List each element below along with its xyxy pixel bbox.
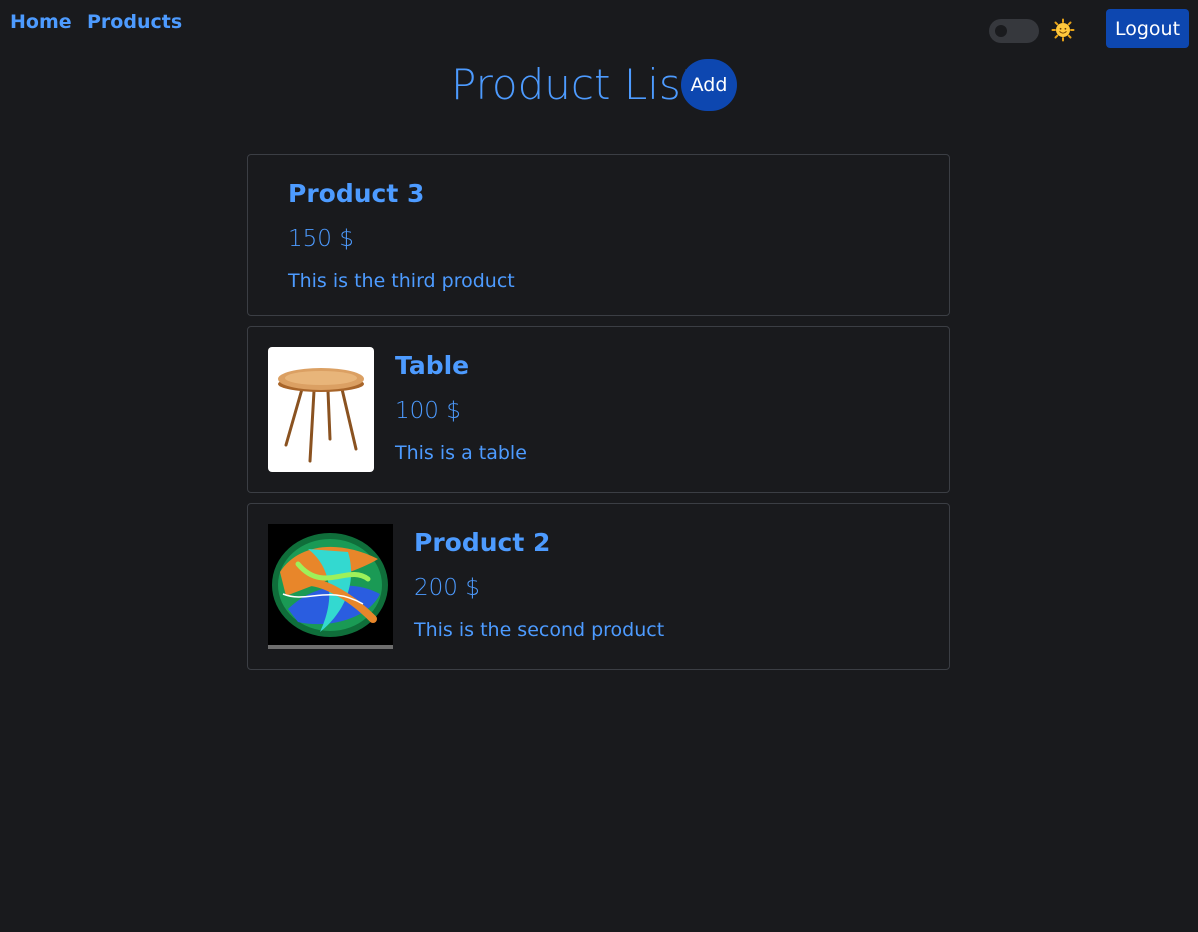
product-name: Product 3 [288, 179, 425, 208]
product-price: 150 $ [288, 226, 354, 252]
abstract-art-illustration [268, 524, 393, 649]
product-name: Table [395, 351, 470, 380]
product-description: This is the third product [288, 270, 515, 292]
add-product-button[interactable]: Add [681, 59, 737, 111]
product-card[interactable]: Table 100 $ This is a table [247, 326, 950, 493]
page-title: Product List [451, 60, 698, 109]
nav-home-link[interactable]: Home [10, 11, 72, 33]
abstract-art-image [268, 524, 393, 649]
product-description: This is the second product [414, 619, 665, 641]
product-description: This is a table [395, 442, 527, 464]
product-card[interactable]: Product 2 200 $ This is the second produ… [247, 503, 950, 670]
product-card[interactable]: Product 3 150 $ This is the third produc… [247, 154, 950, 316]
sun-icon [1051, 18, 1075, 42]
table-image [268, 347, 374, 472]
logout-button[interactable]: Logout [1106, 9, 1189, 48]
theme-toggle[interactable] [989, 19, 1039, 43]
product-name: Product 2 [414, 528, 551, 557]
table-illustration [278, 368, 364, 463]
nav-products-link[interactable]: Products [87, 11, 182, 33]
product-price: 200 $ [414, 575, 480, 601]
product-price: 100 $ [395, 398, 461, 424]
navbar: Home Products Logout [0, 0, 1198, 56]
toggle-knob [995, 25, 1007, 37]
